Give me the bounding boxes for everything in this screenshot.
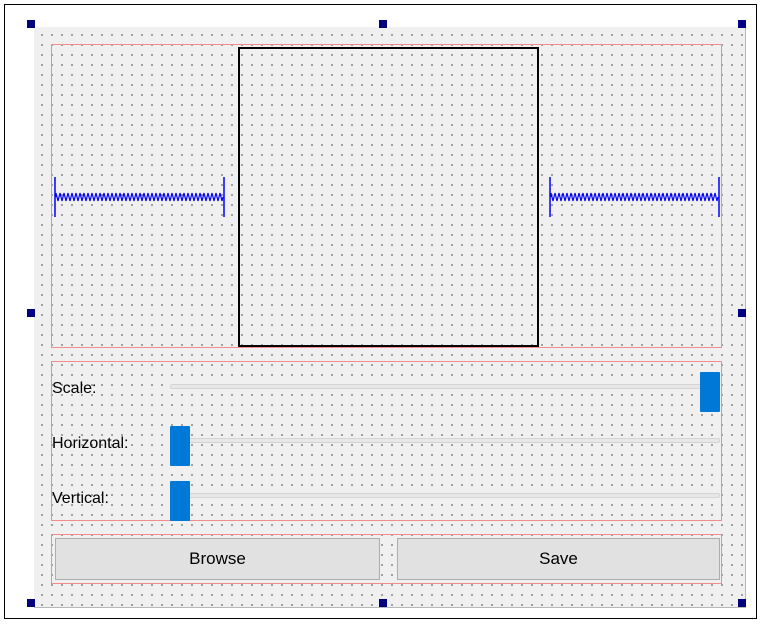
left-horizontal-spacer[interactable]	[54, 177, 226, 217]
horizontal-slider-handle[interactable]	[170, 426, 190, 466]
save-button[interactable]: Save	[397, 538, 720, 580]
vertical-slider[interactable]	[170, 481, 720, 521]
horizontal-slider[interactable]	[170, 426, 720, 466]
resize-handle-bottom-right[interactable]	[738, 599, 746, 607]
resize-handle-top-right[interactable]	[738, 20, 746, 28]
browse-button[interactable]: Browse	[55, 538, 380, 580]
resize-handle-bottom-left[interactable]	[27, 599, 35, 607]
vertical-slider-groove[interactable]	[170, 493, 720, 498]
vertical-label: Vertical:	[52, 490, 109, 507]
image-row-layout[interactable]	[51, 44, 722, 348]
scale-slider-groove[interactable]	[170, 384, 720, 389]
resize-handle-top-center[interactable]	[379, 20, 387, 28]
vertical-slider-handle[interactable]	[170, 481, 190, 521]
scale-slider-handle[interactable]	[700, 372, 720, 412]
scale-label: Scale:	[52, 380, 97, 397]
image-display-area	[238, 47, 539, 347]
resize-handle-bottom-center[interactable]	[379, 599, 387, 607]
right-horizontal-spacer[interactable]	[549, 177, 721, 217]
horizontal-label: Horizontal:	[52, 435, 129, 452]
sliders-grid-layout[interactable]: Scale: Horizontal: Vertical:	[51, 361, 722, 521]
resize-handle-middle-right[interactable]	[738, 309, 746, 317]
resize-handle-middle-left[interactable]	[27, 309, 35, 317]
buttons-row-layout[interactable]: Browse Save	[51, 534, 722, 584]
scale-slider[interactable]	[170, 372, 720, 412]
horizontal-slider-groove[interactable]	[170, 438, 720, 443]
designer-canvas: Scale: Horizontal: Vertical: Browse Save	[4, 4, 757, 619]
resize-handle-top-left[interactable]	[27, 20, 35, 28]
